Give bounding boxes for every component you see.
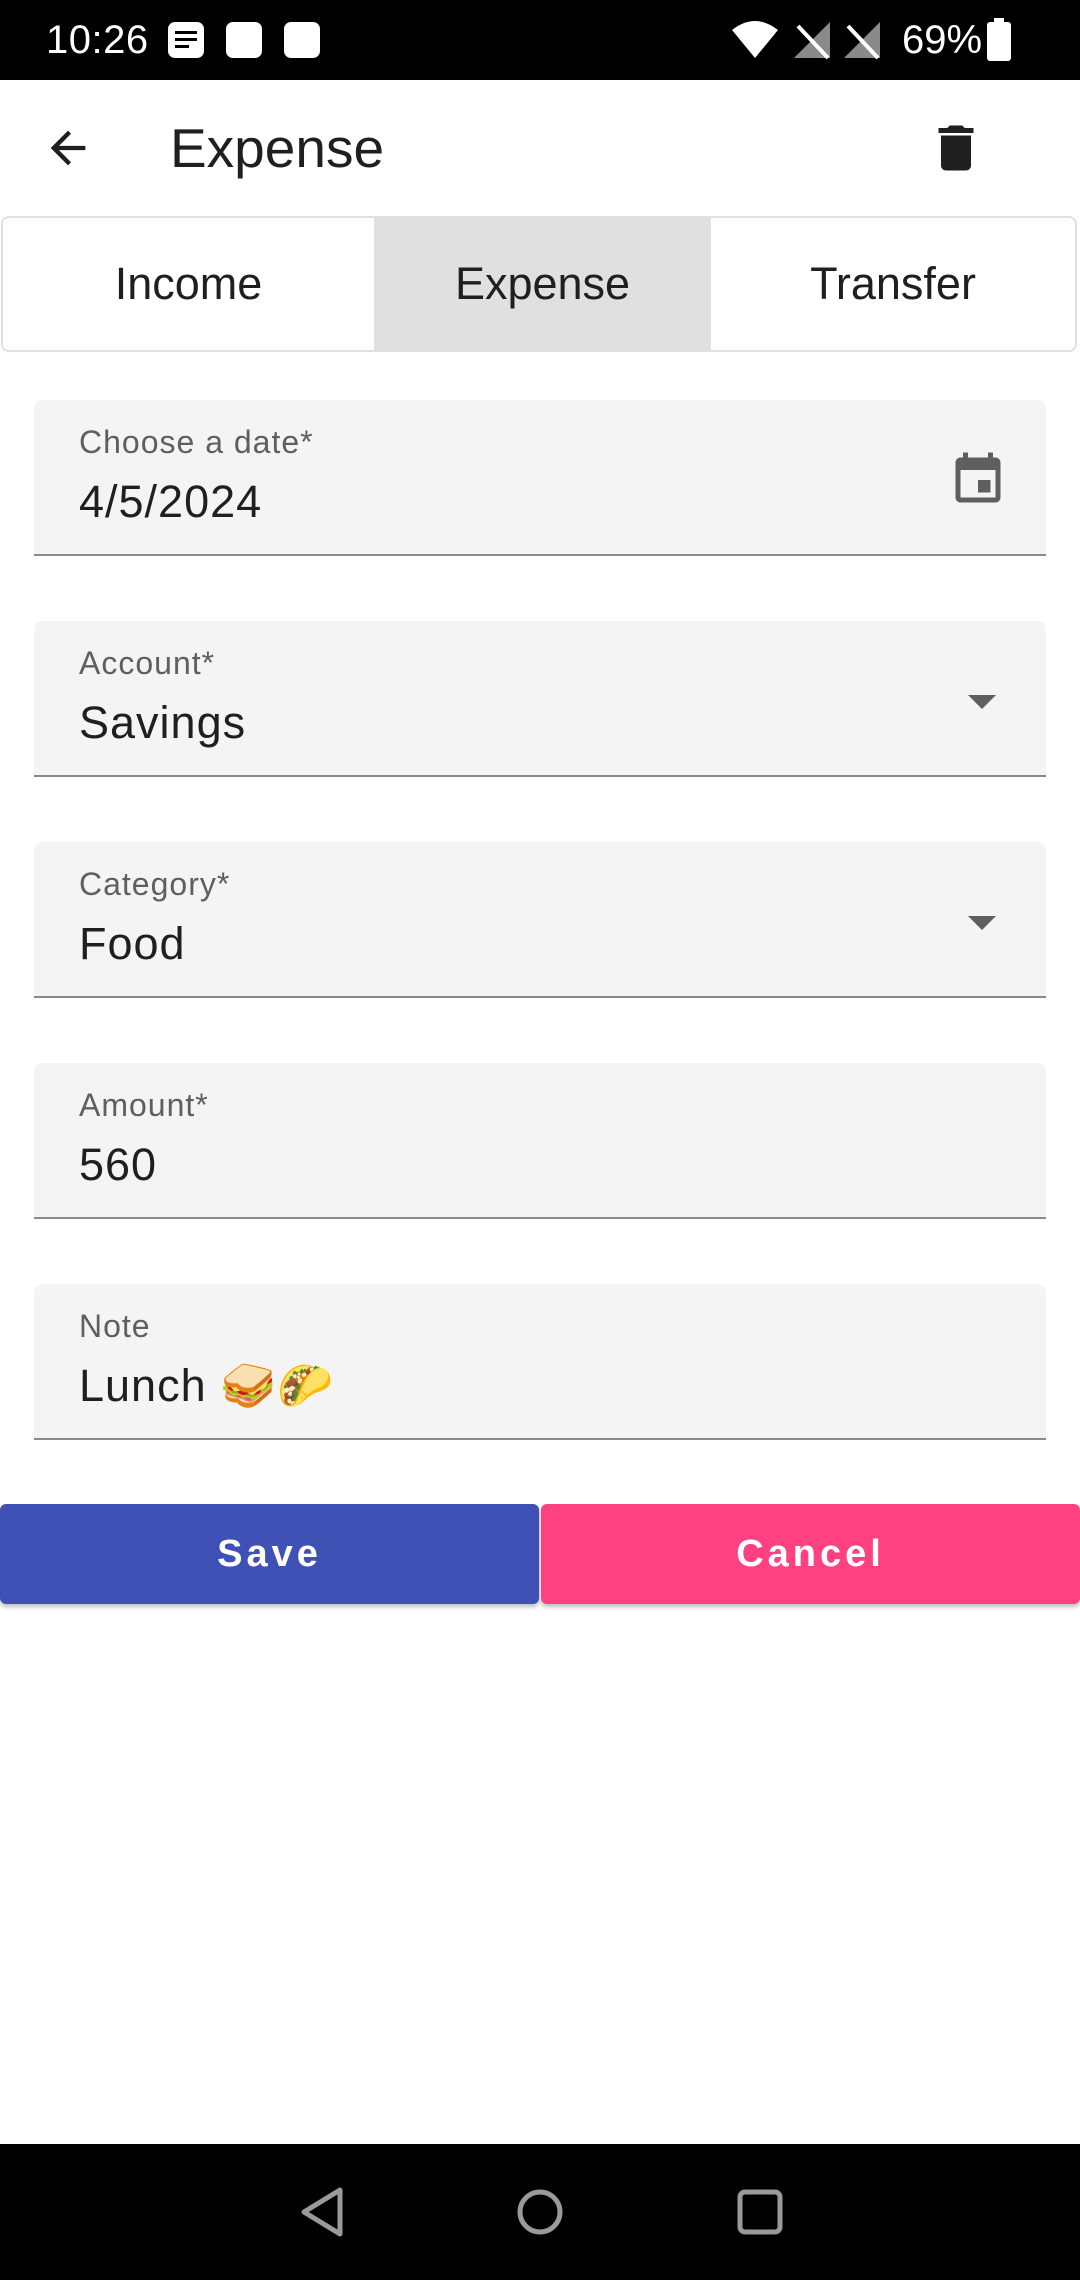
- no-signal-icon: [844, 22, 880, 60]
- dropdown-arrow-icon: [968, 695, 996, 709]
- wifi-icon: [732, 21, 778, 58]
- system-nav-bar: [0, 2144, 1080, 2280]
- app-bar: Expense: [0, 80, 1080, 216]
- battery-percent: 69%: [902, 18, 983, 62]
- delete-button[interactable]: [916, 108, 996, 188]
- category-label: Category*: [79, 866, 231, 902]
- tab-transfer[interactable]: Transfer: [711, 218, 1075, 350]
- account-value: Savings: [79, 697, 247, 748]
- date-value: 4/5/2024: [79, 476, 263, 527]
- transaction-type-tabs: Income Expense Transfer: [1, 216, 1077, 352]
- tab-expense[interactable]: Expense: [374, 218, 711, 350]
- arrow-left-icon: [50, 130, 86, 166]
- status-bar: 10:26 69%: [0, 0, 1080, 80]
- amount-value: 560: [79, 1139, 158, 1190]
- nav-home-icon[interactable]: [510, 2182, 570, 2242]
- note-value: Lunch 🥪🌮: [79, 1360, 335, 1411]
- amount-field[interactable]: Amount* 560: [34, 1063, 1046, 1219]
- page-title: Expense: [170, 117, 385, 179]
- tab-income[interactable]: Income: [3, 218, 374, 350]
- nav-recents-icon[interactable]: [730, 2182, 790, 2242]
- cancel-button[interactable]: Cancel: [541, 1504, 1080, 1604]
- square-notification-icon: [226, 22, 262, 58]
- amount-label: Amount*: [79, 1087, 209, 1123]
- account-dropdown[interactable]: Account* Savings: [34, 621, 1046, 777]
- calendar-button[interactable]: [946, 448, 1010, 512]
- trash-icon: [938, 125, 974, 171]
- expense-screen: 10:26 69% Expense Income Expense Transfe…: [0, 0, 1080, 2280]
- date-field[interactable]: Choose a date* 4/5/2024: [34, 400, 1046, 556]
- status-time: 10:26: [46, 18, 149, 62]
- nav-back-icon[interactable]: [292, 2182, 352, 2242]
- dropdown-arrow-icon: [968, 916, 996, 930]
- save-button[interactable]: Save: [0, 1504, 539, 1604]
- notes-icon: [168, 22, 204, 58]
- account-label: Account*: [79, 645, 216, 681]
- battery-icon: [987, 18, 1011, 61]
- calendar-icon: [955, 452, 1001, 503]
- category-dropdown[interactable]: Category* Food: [34, 842, 1046, 998]
- note-field[interactable]: Note Lunch 🥪🌮: [34, 1284, 1046, 1440]
- square-notification-icon: [284, 22, 320, 58]
- date-label: Choose a date*: [79, 424, 314, 460]
- no-signal-icon: [794, 22, 830, 60]
- back-button[interactable]: [28, 108, 108, 188]
- category-value: Food: [79, 918, 186, 969]
- note-label: Note: [79, 1308, 151, 1344]
